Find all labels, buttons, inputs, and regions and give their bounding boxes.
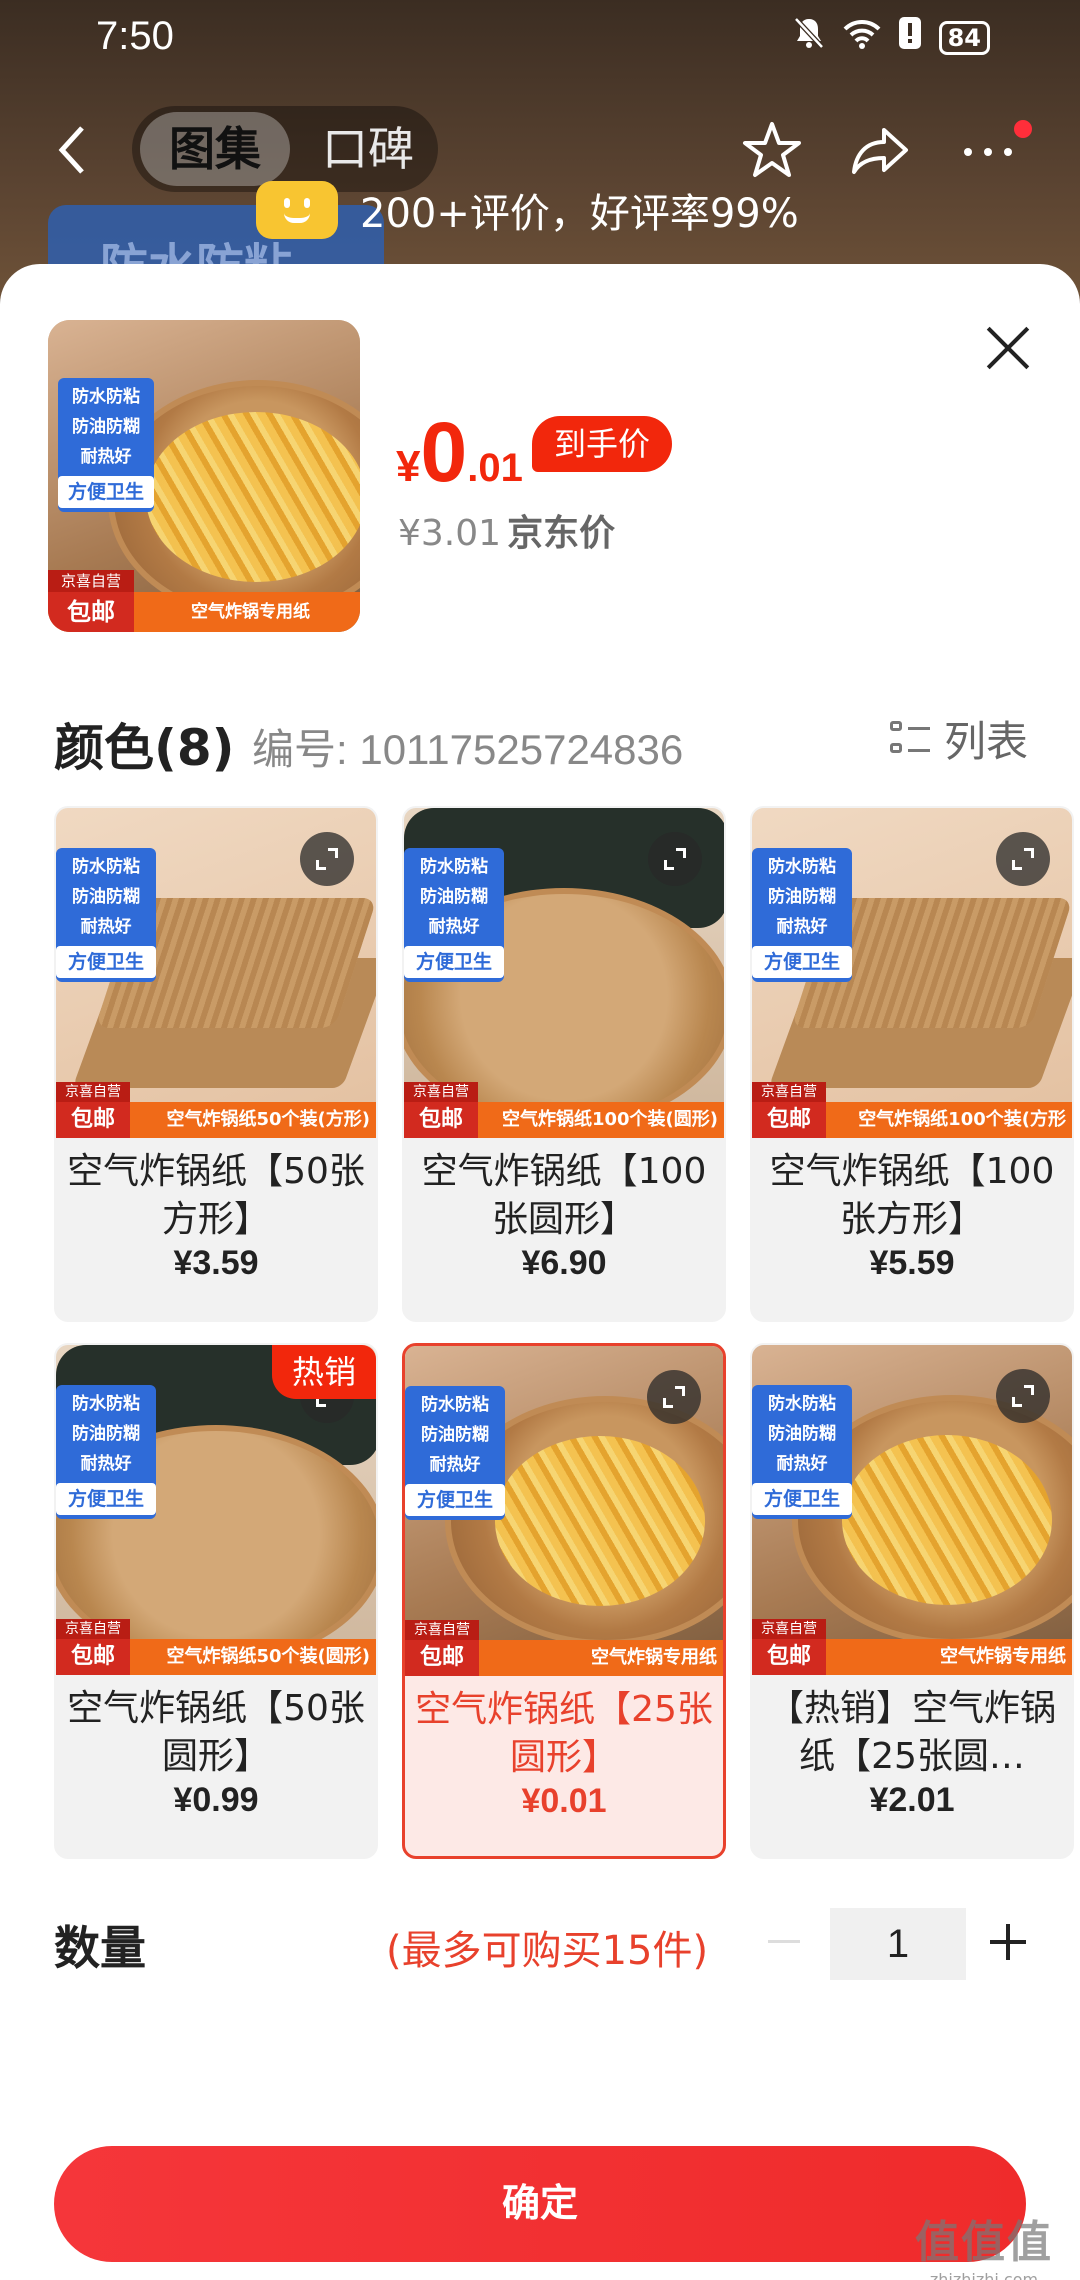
jd-price: ¥3.01 京东价 [398, 513, 616, 554]
watermark: 值值值 zhizhizhi.com [915, 2217, 1053, 2280]
list-icon [889, 719, 930, 759]
variant-name: 空气炸锅纸【50张圆形】 [67, 1688, 365, 1777]
mute-bell-icon [793, 16, 825, 59]
thumb-band-text: 空气炸锅专用纸 [191, 602, 310, 622]
smiley-icon [256, 181, 338, 239]
feature-tags: 防水防粘 防油防糊 耐热好 方便卫生 [56, 1385, 156, 1519]
increase-button[interactable] [990, 1924, 1026, 1960]
variant-card[interactable]: 防水防粘 防油防糊 耐热好 方便卫生空气炸锅专用纸 京喜自营 包邮空气炸锅纸【25张圆形】… [402, 1343, 726, 1859]
review-text: 200+评价，好评率99% [360, 191, 799, 237]
more-icon[interactable] [956, 118, 1020, 182]
expand-icon[interactable] [647, 1370, 701, 1424]
variant-header: 颜色(8) [54, 719, 235, 777]
back-arrow-icon[interactable] [52, 120, 92, 180]
jx-logo: 京喜自营 包邮 [405, 1620, 479, 1676]
jx-logo: 京喜自营 包邮 [752, 1619, 826, 1675]
variant-card[interactable]: 防水防粘 防油防糊 耐热好 方便卫生空气炸锅纸50个装(方形) 京喜自营 包邮空气炸锅纸【… [54, 806, 378, 1322]
jx-logo: 京喜自营 包邮 [404, 1082, 478, 1138]
battery-icon: 84 [938, 20, 990, 55]
decrease-button[interactable] [768, 1940, 800, 1943]
notification-dot [1014, 120, 1032, 138]
review-summary[interactable]: 200+评价，好评率99% [256, 178, 799, 242]
variant-card[interactable]: 防水防粘 防油防糊 耐热好 方便卫生空气炸锅纸50个装(圆形) 京喜自营 包邮 热销空气炸锅… [54, 1343, 378, 1859]
variant-band-text: 空气炸锅专用纸 [940, 1646, 1066, 1667]
sku-selector-sheet: 防水防粘 防油防糊 耐热好 方便卫生 空气炸锅专用纸 京喜自营 包邮 ¥0.01 … [0, 264, 1080, 2280]
variant-card[interactable]: 防水防粘 防油防糊 耐热好 方便卫生空气炸锅纸100个装(圆形) 京喜自营 包邮空气炸锅纸… [402, 806, 726, 1322]
variant-price: ¥5.59 [869, 1244, 955, 1282]
variant-band-text: 空气炸锅纸50个装(圆形) [166, 1646, 370, 1667]
variant-name: 空气炸锅纸【25张圆形】 [415, 1689, 713, 1778]
star-icon[interactable] [740, 118, 804, 182]
variant-name: 空气炸锅纸【50张方形】 [67, 1151, 365, 1240]
confirm-button[interactable]: 确定 [54, 2146, 1026, 2262]
variant-name: 【热销】空气炸锅纸【25张圆… [767, 1688, 1056, 1777]
jx-logo: 京喜自营 包邮 [48, 570, 134, 632]
quantity-label: 数量 [54, 1921, 146, 1975]
feature-tags: 防水防粘 防油防糊 耐热好 方便卫生 [56, 848, 156, 982]
expand-icon[interactable] [300, 832, 354, 886]
tab-gallery[interactable]: 图集 [140, 112, 290, 186]
variant-band-text: 空气炸锅纸50个装(方形) [166, 1109, 370, 1130]
variant-name: 空气炸锅纸【100张圆形】 [421, 1151, 707, 1240]
sku-number: 编号: 10117525724836 [252, 726, 684, 773]
status-time: 7:50 [96, 14, 174, 58]
jx-logo: 京喜自营 包邮 [56, 1619, 130, 1675]
final-price: ¥0.01 [396, 405, 523, 499]
variant-price: ¥0.99 [173, 1781, 259, 1819]
expand-icon[interactable] [996, 1369, 1050, 1423]
wifi-icon [843, 18, 881, 58]
variant-name: 空气炸锅纸【100张方形】 [769, 1151, 1055, 1240]
status-bar: 7:50 84 [0, 0, 1080, 76]
jx-logo: 京喜自营 包邮 [56, 1082, 130, 1138]
feature-tags: 防水防粘 防油防糊 耐热好 方便卫生 [752, 1385, 852, 1519]
variant-card[interactable]: 防水防粘 防油防糊 耐热好 方便卫生空气炸锅专用纸 京喜自营 包邮【热销】空气炸锅纸【25… [750, 1343, 1074, 1859]
quantity-limit: (最多可购买15件) [386, 1928, 709, 1974]
variant-price: ¥3.59 [173, 1244, 259, 1282]
variant-band-text: 空气炸锅纸100个装(方形 [858, 1109, 1066, 1130]
variant-band-text: 空气炸锅纸100个装(圆形) [501, 1109, 718, 1130]
variant-price: ¥0.01 [521, 1782, 607, 1820]
close-icon[interactable] [984, 324, 1032, 372]
status-icons: 84 [793, 16, 990, 59]
share-icon[interactable] [848, 118, 912, 182]
variant-band-text: 空气炸锅专用纸 [591, 1647, 717, 1668]
alert-icon [898, 17, 921, 58]
list-view-toggle[interactable]: 列表 [889, 708, 1028, 769]
variant-grid: 防水防粘 防油防糊 耐热好 方便卫生 空气炸锅纸50个装(方形) 京喜自营 包邮 空气炸锅纸【… [54, 806, 1074, 1859]
feature-tags: 防水防粘 防油防糊 耐热好 方便卫生 [752, 848, 852, 982]
variant-card[interactable]: 防水防粘 防油防糊 耐热好 方便卫生空气炸锅纸100个装(方形 京喜自营 包邮空气炸锅纸【… [750, 806, 1074, 1322]
variant-price: ¥2.01 [869, 1781, 955, 1819]
list-toggle-label: 列表 [943, 717, 1028, 766]
expand-icon[interactable] [996, 832, 1050, 886]
variant-price: ¥6.90 [521, 1244, 607, 1282]
jx-logo: 京喜自营 包邮 [752, 1082, 826, 1138]
feature-tags: 防水防粘 防油防糊 耐热好 方便卫生 [404, 848, 504, 982]
product-thumbnail[interactable]: 防水防粘 防油防糊 耐热好 方便卫生 空气炸锅专用纸 京喜自营 包邮 [48, 320, 360, 632]
feature-tags: 防水防粘 防油防糊 耐热好 方便卫生 [58, 378, 154, 512]
feature-tags: 防水防粘 防油防糊 耐热好 方便卫生 [405, 1386, 505, 1520]
quantity-input[interactable]: 1 [830, 1908, 966, 1980]
hot-badge: 热销 [271, 1345, 376, 1399]
expand-icon[interactable] [648, 832, 702, 886]
final-price-badge: 到手价 [532, 416, 673, 472]
